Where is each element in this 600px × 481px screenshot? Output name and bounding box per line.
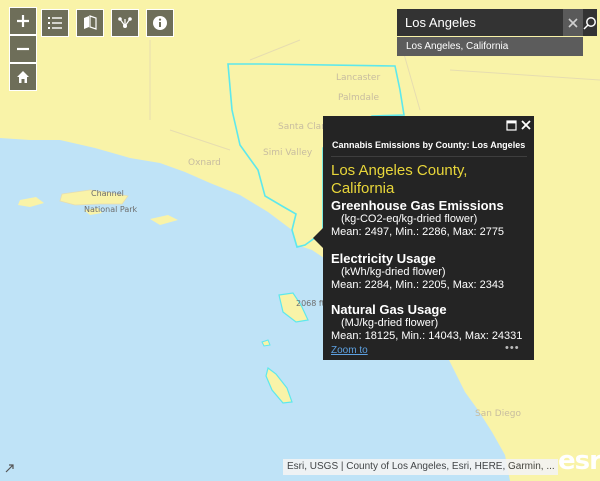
list-icon — [48, 17, 62, 29]
close-icon — [568, 17, 578, 28]
search-button[interactable] — [583, 9, 597, 36]
layers-icon — [84, 15, 97, 30]
map-label-simi-valley: Simi Valley — [263, 148, 313, 158]
section-title: Greenhouse Gas Emissions — [331, 198, 504, 213]
map-label-channel: Channel — [91, 189, 124, 198]
minus-icon — [17, 47, 29, 51]
map-label-elevation: 2068 ft — [296, 299, 325, 308]
section-stats: Mean: 2497, Min.: 2286, Max: 2775 — [331, 226, 505, 238]
map-label-lancaster: Lancaster — [336, 73, 381, 83]
zoom-in-button[interactable] — [9, 7, 37, 35]
maximize-icon[interactable] — [506, 120, 517, 131]
section-unit: (MJ/kg-dried flower) — [341, 317, 439, 329]
popup-content: Los Angeles County, California Greenhous… — [331, 162, 531, 343]
zoom-out-button[interactable] — [9, 35, 37, 63]
map-attribution[interactable]: Esri, USGS | County of Los Angeles, Esri… — [283, 459, 558, 475]
section-stats: Mean: 18125, Min.: 14043, Max: 24331 — [331, 330, 523, 342]
clear-search-button[interactable] — [563, 9, 583, 36]
info-icon — [153, 16, 167, 30]
map-label-san-diego: San Diego — [475, 409, 521, 419]
search-icon — [583, 16, 596, 30]
section-title: Natural Gas Usage — [331, 302, 447, 317]
esri-logo: esri — [558, 446, 600, 476]
section-stats: Mean: 2284, Min.: 2205, Max: 2343 — [331, 279, 505, 291]
share-button[interactable] — [111, 9, 139, 37]
popup-divider — [331, 156, 527, 157]
map-label-oxnard: Oxnard — [188, 158, 221, 168]
zoom-to-link[interactable]: Zoom to — [331, 345, 368, 356]
legend-button[interactable] — [41, 9, 69, 37]
map-label-palmdale: Palmdale — [338, 93, 380, 103]
search-input[interactable] — [397, 9, 563, 36]
basemap-button[interactable] — [76, 9, 104, 37]
popup-section-ghg: Greenhouse Gas Emissions (kg-CO2-eq/kg-d… — [331, 198, 531, 239]
share-icon — [118, 17, 132, 28]
section-unit: (kg-CO2-eq/kg-dried flower) — [341, 213, 478, 225]
plus-icon — [17, 15, 29, 27]
section-title: Electricity Usage — [331, 251, 436, 266]
map-label-national-park: National Park — [84, 205, 138, 214]
feature-popup: Cannabis Emissions by County: Los Angele… — [323, 116, 534, 360]
home-icon — [17, 71, 29, 83]
more-options-button[interactable]: ••• — [505, 342, 520, 354]
info-button[interactable] — [146, 9, 174, 37]
close-icon[interactable] — [520, 119, 532, 131]
county-name: Los Angeles County, California — [331, 162, 468, 197]
popup-section-natural-gas: Natural Gas Usage (MJ/kg-dried flower) M… — [331, 302, 531, 343]
popup-pointer — [313, 228, 323, 248]
expand-arrow-icon[interactable] — [5, 463, 15, 473]
search-widget — [397, 9, 597, 36]
home-button[interactable] — [9, 63, 37, 91]
popup-title: Cannabis Emissions by County: Los Angele… — [332, 140, 526, 150]
search-suggestion[interactable]: Los Angeles, California — [397, 37, 583, 56]
popup-section-electricity: Electricity Usage (kWh/kg-dried flower) … — [331, 251, 531, 292]
section-unit: (kWh/kg-dried flower) — [341, 266, 446, 278]
